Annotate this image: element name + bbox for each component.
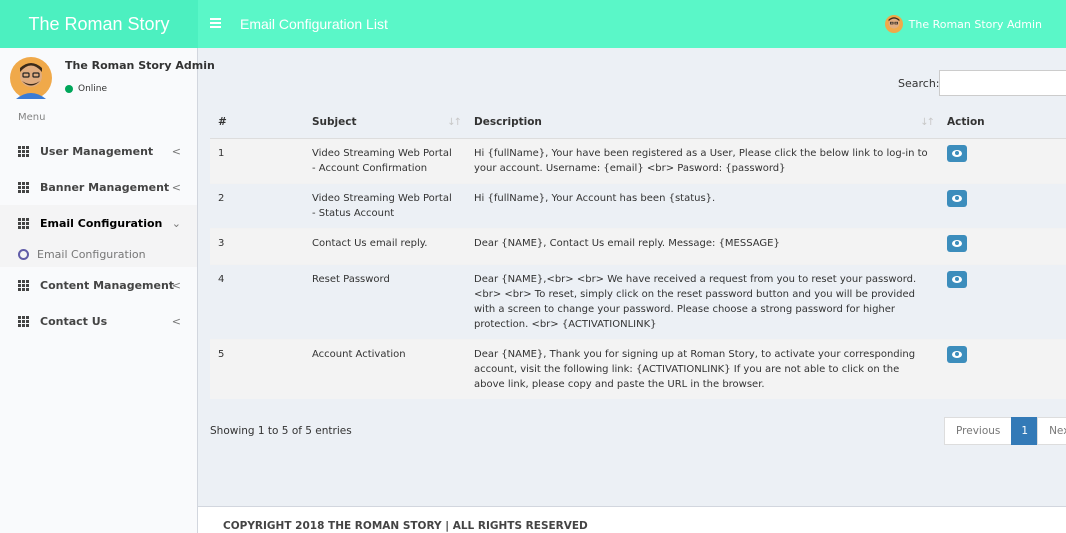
grid-icon [18, 280, 30, 291]
sidebar-user-name: The Roman Story Admin [65, 59, 215, 72]
row-number: 1 [210, 137, 304, 183]
pagination: Previous 1 Next [944, 417, 1066, 445]
row-number: 2 [210, 182, 304, 228]
row-description: Hi {fullName}, Your Account has been {st… [466, 182, 939, 228]
grid-icon [18, 316, 30, 327]
table-row: 1 Video Streaming Web Portal - Account C… [210, 137, 1066, 183]
user-status: Online [65, 84, 107, 94]
email-config-table: # Subject ↓↑ Description ↓↑ Action 1 Video… [210, 107, 1066, 399]
sidebar-subitem-email-configuration[interactable]: Email Configuration [0, 241, 197, 267]
view-button[interactable] [947, 270, 967, 288]
grid-icon [18, 182, 30, 193]
online-status-icon [65, 85, 73, 93]
view-button[interactable] [947, 234, 967, 252]
column-header-number[interactable]: # [210, 107, 304, 139]
table-row: 5 Account Activation Dear {NAME}, Thank … [210, 338, 1066, 399]
view-button[interactable] [947, 345, 967, 363]
row-subject: Reset Password [304, 263, 466, 339]
eye-icon [952, 275, 962, 283]
column-header-description[interactable]: Description ↓↑ [466, 107, 939, 139]
app-logo[interactable]: The Roman Story [0, 0, 198, 48]
sort-icon: ↓↑ [920, 117, 935, 128]
row-description: Dear {NAME}, Contact Us email reply. Mes… [466, 227, 939, 264]
row-action [939, 263, 1066, 339]
view-button[interactable] [947, 189, 967, 207]
column-header-action: Action [939, 107, 1066, 139]
eye-icon [952, 149, 962, 157]
row-subject: Contact Us email reply. [304, 227, 466, 264]
chevron-down-icon: ⌄ [171, 217, 181, 230]
pagination-previous[interactable]: Previous [944, 417, 1013, 445]
footer: COPYRIGHT 2018 THE ROMAN STORY | ALL RIG… [198, 506, 1066, 533]
table-row: 4 Reset Password Dear {NAME},<br> <br> W… [210, 263, 1066, 339]
row-action [939, 137, 1066, 183]
row-number: 4 [210, 263, 304, 339]
user-avatar-icon [884, 15, 903, 33]
search-input[interactable] [939, 70, 1066, 96]
sidebar-item-user-management[interactable]: User Management < [0, 133, 197, 169]
pagination-next[interactable]: Next [1037, 417, 1066, 445]
view-button[interactable] [947, 144, 967, 162]
hamburger-menu-icon[interactable] [208, 15, 224, 31]
entries-info: Showing 1 to 5 of 5 entries [210, 425, 352, 437]
grid-icon [18, 218, 30, 229]
row-action [939, 338, 1066, 399]
row-number: 3 [210, 227, 304, 264]
sidebar-item-banner-management[interactable]: Banner Management < [0, 169, 197, 205]
row-description: Dear {NAME},<br> <br> We have received a… [466, 263, 939, 339]
user-menu[interactable]: The Roman Story Admin [884, 0, 1042, 48]
page-title: Email Configuration List [240, 16, 388, 32]
chevron-left-icon: < [171, 181, 181, 194]
table-row: 3 Contact Us email reply. Dear {NAME}, C… [210, 227, 1066, 264]
sidebar-item-content-management[interactable]: Content Management < [0, 267, 197, 303]
pagination-page-1[interactable]: 1 [1011, 417, 1039, 445]
row-action [939, 182, 1066, 228]
menu-header: Menu [18, 112, 46, 123]
chevron-left-icon: < [171, 279, 181, 292]
row-subject: Video Streaming Web Portal - Account Con… [304, 137, 466, 183]
user-panel: The Roman Story Admin Online [10, 54, 215, 102]
top-user-name: The Roman Story Admin [908, 17, 1042, 31]
sidebar: The Roman Story Admin Online Menu User M… [0, 48, 215, 533]
eye-icon [952, 350, 962, 358]
chevron-left-icon: < [171, 145, 181, 158]
table-row: 2 Video Streaming Web Portal - Status Ac… [210, 182, 1066, 228]
row-subject: Account Activation [304, 338, 466, 399]
row-description: Dear {NAME}, Thank you for signing up at… [466, 338, 939, 399]
row-action [939, 227, 1066, 264]
row-number: 5 [210, 338, 304, 399]
eye-icon [952, 239, 962, 247]
circle-outline-icon [18, 248, 29, 260]
row-description: Hi {fullName}, Your have been registered… [466, 137, 939, 183]
top-navbar: Email Configuration List The Roman Story… [198, 0, 1066, 48]
chevron-left-icon: < [171, 315, 181, 328]
eye-icon [952, 194, 962, 202]
sidebar-item-email-configuration[interactable]: Email Configuration ⌄ [0, 205, 197, 241]
sidebar-item-contact-us[interactable]: Contact Us < [0, 303, 197, 339]
avatar [10, 57, 52, 99]
search-label: Search: [898, 77, 940, 90]
grid-icon [18, 146, 30, 157]
row-subject: Video Streaming Web Portal - Status Acco… [304, 182, 466, 228]
column-header-subject[interactable]: Subject ↓↑ [304, 107, 466, 139]
sort-icon: ↓↑ [447, 117, 462, 128]
